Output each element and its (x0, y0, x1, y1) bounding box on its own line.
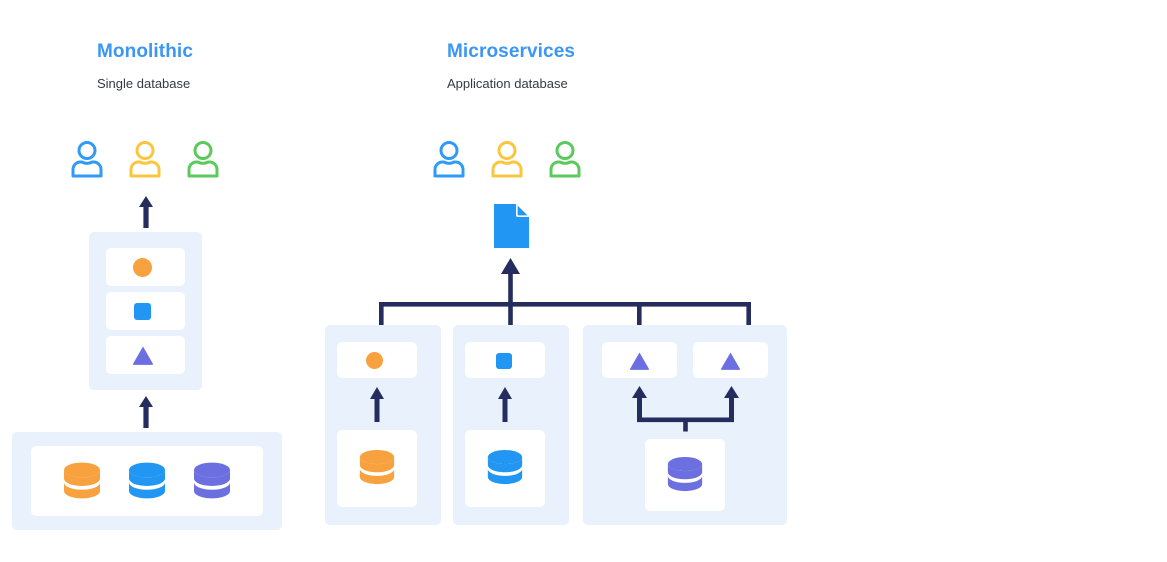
user-icon (433, 141, 465, 178)
arrow-db-to-service-icon (498, 387, 512, 422)
triangle-service-icon (720, 352, 741, 370)
user-icon (129, 141, 161, 178)
arrow-db-to-service-icon (370, 387, 384, 422)
database-icon (359, 450, 395, 485)
microservice-group-orange-panel (325, 325, 441, 525)
column-subtitle-microservices: Application database (447, 76, 568, 91)
user-group-monolithic (66, 138, 226, 180)
microservice-database-card-blue[interactable] (465, 430, 545, 507)
microservice-database-card-orange[interactable] (337, 430, 417, 507)
document-icon (494, 204, 529, 248)
user-icon (491, 141, 523, 178)
microservice-card-circle[interactable] (337, 342, 417, 378)
monolithic-service-card-triangle[interactable] (106, 336, 185, 374)
monolithic-database-card[interactable] (31, 446, 263, 516)
monolithic-application-panel (89, 232, 202, 390)
triangle-service-icon (629, 352, 650, 370)
circle-service-icon (133, 258, 152, 277)
database-icon (129, 462, 165, 499)
database-icon (667, 457, 703, 492)
column-subtitle-monolithic: Single database (97, 76, 191, 91)
microservice-group-blue-panel (453, 325, 569, 525)
microservice-group-purple-panel (583, 325, 787, 525)
user-group-microservices (428, 138, 588, 180)
database-icon (194, 462, 230, 499)
database-icon (64, 462, 100, 499)
arrow-app-to-users-icon (139, 196, 153, 228)
arrow-db-to-app-icon (139, 396, 153, 428)
monolithic-service-card-circle[interactable] (106, 248, 185, 286)
user-icon (71, 141, 103, 178)
microservice-card-triangle-right[interactable] (693, 342, 768, 378)
monolithic-database-panel (12, 432, 282, 530)
circle-service-icon (366, 352, 383, 369)
square-service-icon (134, 303, 151, 320)
shared-database-branch-arrow-icon (632, 386, 739, 432)
microservice-card-triangle-left[interactable] (602, 342, 677, 378)
microservice-shared-database-card-purple[interactable] (645, 439, 725, 511)
microservice-card-square[interactable] (465, 342, 545, 378)
square-service-icon (496, 353, 512, 369)
database-icon (487, 450, 523, 485)
user-icon (187, 141, 219, 178)
diagram-canvas: Monolithic Single database Microservices… (0, 0, 1167, 562)
user-icon (549, 141, 581, 178)
column-title-microservices: Microservices (447, 41, 576, 62)
triangle-service-icon (132, 346, 154, 365)
monolithic-service-card-square[interactable] (106, 292, 185, 330)
column-title-monolithic: Monolithic (97, 41, 193, 62)
